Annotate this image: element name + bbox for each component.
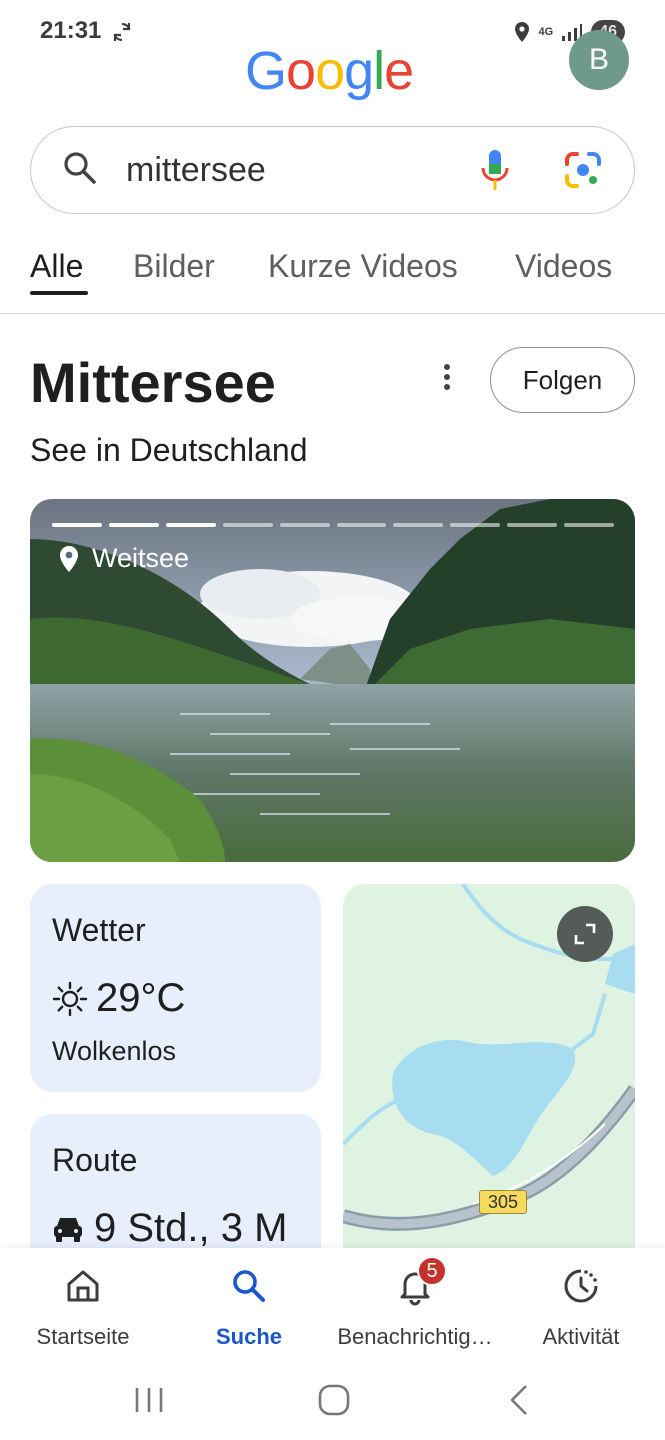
- entity-subtitle: See in Deutschland: [30, 432, 308, 468]
- photo-location: Weitsee: [58, 543, 189, 574]
- logo-letter: l: [373, 41, 385, 101]
- progress-segment: [222, 523, 273, 527]
- network-label: 4G: [538, 26, 554, 38]
- search-icon: [64, 152, 96, 184]
- route-summary: 9 Std., 3 M: [52, 1206, 287, 1251]
- progress-segment: [336, 523, 387, 527]
- story-progress: [52, 523, 615, 527]
- progress-segment: [279, 523, 330, 527]
- progress-segment: [564, 523, 615, 527]
- status-time: 21:31: [40, 17, 102, 44]
- progress-segment: [507, 523, 558, 527]
- nav-item-suche[interactable]: Suche: [166, 1248, 332, 1366]
- tab-bilder[interactable]: Bilder: [133, 248, 215, 285]
- nav-label-suche: Suche: [215, 1324, 283, 1349]
- weather-condition: Wolkenlos: [52, 1036, 177, 1066]
- lens-icon[interactable]: [563, 150, 603, 190]
- expand-icon: [574, 923, 596, 945]
- map-card[interactable]: 305: [343, 884, 635, 1264]
- expand-map-button[interactable]: [557, 906, 613, 962]
- bottom-navigation: Startseite Suche 5 Benachrichtig… Aktivi…: [0, 1248, 665, 1366]
- progress-segment: [52, 523, 102, 527]
- activity-icon: [564, 1269, 598, 1303]
- sun-icon: [52, 981, 88, 1016]
- progress-segment: [450, 523, 501, 527]
- photo-location-label: Weitsee: [92, 543, 190, 573]
- weather-summary: 29°C: [52, 976, 185, 1021]
- search-icon: [233, 1270, 265, 1302]
- notification-count-badge: 5: [417, 1256, 447, 1286]
- logo-letter: G: [245, 41, 287, 101]
- weather-title: Wetter: [52, 912, 146, 948]
- search-input[interactable]: [126, 148, 446, 192]
- nav-item-startseite[interactable]: Startseite: [0, 1248, 166, 1366]
- home-icon: [67, 1270, 99, 1302]
- recent-apps-icon[interactable]: [129, 1380, 169, 1420]
- route-title: Route: [52, 1142, 138, 1178]
- weather-temperature: 29°C: [96, 976, 186, 1020]
- location-icon: [514, 22, 529, 42]
- tab-kurze-videos[interactable]: Kurze Videos: [268, 248, 458, 285]
- active-tab-indicator: [30, 291, 88, 295]
- more-options-icon[interactable]: [436, 362, 458, 392]
- route-duration: 9 Std., 3 M: [94, 1206, 288, 1250]
- progress-segment: [108, 523, 159, 527]
- progress-segment: [393, 523, 444, 527]
- nav-label-startseite: Startseite: [36, 1324, 130, 1349]
- follow-button[interactable]: Folgen: [490, 347, 635, 413]
- logo-letter: e: [384, 41, 414, 101]
- nav-label-benachrichtigungen: Benachrichtig…: [337, 1324, 493, 1349]
- logo-letter: o: [286, 41, 316, 101]
- back-icon[interactable]: [500, 1380, 540, 1420]
- account-avatar[interactable]: B: [569, 30, 629, 90]
- nav-item-benachrichtigungen[interactable]: 5 Benachrichtig…: [332, 1248, 498, 1366]
- entity-photo[interactable]: Weitsee: [30, 499, 635, 862]
- weather-card[interactable]: Wetter 29°C Wolkenlos: [30, 884, 321, 1092]
- tab-videos[interactable]: Videos: [515, 248, 612, 285]
- car-icon: [54, 1217, 82, 1242]
- tab-alle[interactable]: Alle: [30, 248, 83, 285]
- logo-letter: o: [315, 41, 345, 101]
- nav-label-aktivitaet: Aktivität: [542, 1324, 620, 1349]
- logo-letter: g: [344, 41, 374, 101]
- search-tabs: Alle Bilder Kurze Videos Videos: [0, 240, 665, 314]
- mic-icon[interactable]: [478, 148, 512, 192]
- system-navigation-bar: [0, 1366, 665, 1440]
- home-button-icon[interactable]: [314, 1380, 354, 1420]
- location-pin-icon: [60, 545, 78, 572]
- entity-title: Mittersee: [30, 351, 276, 414]
- sync-icon: [113, 22, 131, 42]
- progress-segment: [165, 523, 216, 527]
- nav-item-aktivitaet[interactable]: Aktivität: [498, 1248, 664, 1366]
- road-number-badge: 305: [479, 1190, 527, 1214]
- google-logo[interactable]: Google: [245, 40, 414, 102]
